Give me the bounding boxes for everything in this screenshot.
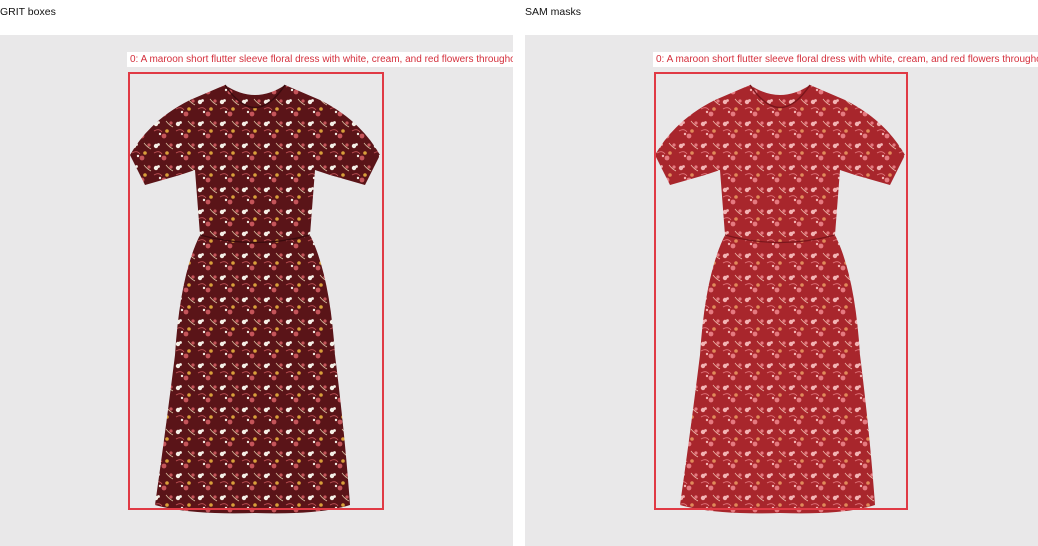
image-canvas: 0: A maroon short flutter sleeve floral … <box>525 35 1038 546</box>
grit-bounding-box <box>128 72 384 510</box>
grit-boxes-panel: GRIT boxes 0: A maroon short flutter sle… <box>0 0 513 546</box>
sam-masks-panel: SAM masks 0: A maroon short flutter slee… <box>525 0 1038 546</box>
panel-title: GRIT boxes <box>0 6 56 18</box>
mask-caption: 0: A maroon short flutter sleeve floral … <box>653 52 1038 67</box>
image-canvas: 0: A maroon short flutter sleeve floral … <box>0 35 513 546</box>
sam-bounding-box <box>654 72 908 510</box>
box-caption: 0: A maroon short flutter sleeve floral … <box>127 52 513 67</box>
panel-divider <box>513 0 525 546</box>
panel-title: SAM masks <box>525 6 582 18</box>
